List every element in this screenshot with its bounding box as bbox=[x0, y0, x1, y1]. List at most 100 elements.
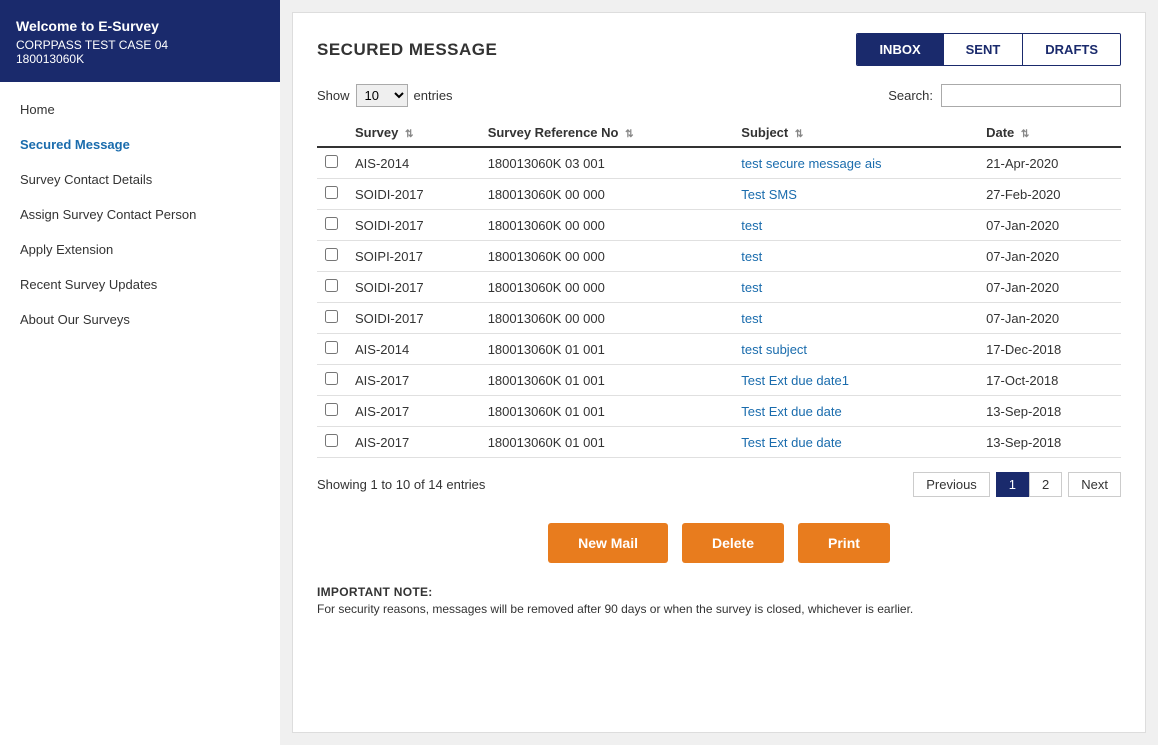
row-survey: SOIDI-2017 bbox=[347, 210, 480, 241]
row-subject[interactable]: Test Ext due date1 bbox=[733, 365, 978, 396]
row-date: 07-Jan-2020 bbox=[978, 210, 1121, 241]
row-ref: 180013060K 00 000 bbox=[480, 210, 734, 241]
sidebar-item-home[interactable]: Home bbox=[0, 92, 280, 127]
tab-sent[interactable]: SENT bbox=[944, 34, 1024, 65]
welcome-text: Welcome to E-Survey bbox=[16, 18, 264, 34]
sidebar-nav: HomeSecured MessageSurvey Contact Detail… bbox=[0, 82, 280, 347]
sidebar: Welcome to E-Survey CORPPASS TEST CASE 0… bbox=[0, 0, 280, 745]
row-checkbox[interactable] bbox=[325, 279, 338, 292]
page-number-2[interactable]: 2 bbox=[1029, 472, 1062, 497]
col-date[interactable]: Date ⇅ bbox=[978, 117, 1121, 147]
show-entries: Show 102550100 entries bbox=[317, 84, 453, 107]
row-subject[interactable]: test bbox=[733, 303, 978, 334]
note-section: IMPORTANT NOTE: For security reasons, me… bbox=[317, 585, 1121, 616]
pagination-row: Showing 1 to 10 of 14 entries Previous 1… bbox=[317, 468, 1121, 501]
note-title: IMPORTANT NOTE: bbox=[317, 585, 1121, 599]
table-row: AIS-2017180013060K 01 001Test Ext due da… bbox=[317, 427, 1121, 458]
sidebar-item-survey-contact-details[interactable]: Survey Contact Details bbox=[0, 162, 280, 197]
table-head: Survey ⇅ Survey Reference No ⇅ Subject ⇅… bbox=[317, 117, 1121, 147]
tab-drafts[interactable]: DRAFTS bbox=[1023, 34, 1120, 65]
page-number-1[interactable]: 1 bbox=[996, 472, 1029, 497]
top-bar: SECURED MESSAGE INBOXSENTDRAFTS bbox=[317, 33, 1121, 66]
row-survey: SOIDI-2017 bbox=[347, 179, 480, 210]
action-row: New Mail Delete Print bbox=[317, 523, 1121, 563]
sidebar-item-assign-survey-contact-person[interactable]: Assign Survey Contact Person bbox=[0, 197, 280, 232]
prev-button[interactable]: Previous bbox=[913, 472, 990, 497]
row-date: 17-Dec-2018 bbox=[978, 334, 1121, 365]
row-checkbox[interactable] bbox=[325, 310, 338, 323]
row-checkbox[interactable] bbox=[325, 186, 338, 199]
note-body: For security reasons, messages will be r… bbox=[317, 602, 1121, 616]
sidebar-item-apply-extension[interactable]: Apply Extension bbox=[0, 232, 280, 267]
new-mail-button[interactable]: New Mail bbox=[548, 523, 668, 563]
row-subject[interactable]: test subject bbox=[733, 334, 978, 365]
controls-row: Show 102550100 entries Search: bbox=[317, 84, 1121, 107]
corp-id: 180013060K bbox=[16, 52, 264, 66]
col-ref[interactable]: Survey Reference No ⇅ bbox=[480, 117, 734, 147]
sidebar-item-recent-survey-updates[interactable]: Recent Survey Updates bbox=[0, 267, 280, 302]
row-subject[interactable]: Test Ext due date bbox=[733, 396, 978, 427]
table-header-row: Survey ⇅ Survey Reference No ⇅ Subject ⇅… bbox=[317, 117, 1121, 147]
row-subject[interactable]: Test Ext due date bbox=[733, 427, 978, 458]
row-date: 17-Oct-2018 bbox=[978, 365, 1121, 396]
table-row: AIS-2017180013060K 01 001Test Ext due da… bbox=[317, 365, 1121, 396]
row-survey: SOIPI-2017 bbox=[347, 241, 480, 272]
row-checkbox[interactable] bbox=[325, 372, 338, 385]
next-button[interactable]: Next bbox=[1068, 472, 1121, 497]
table-row: SOIDI-2017180013060K 00 000test07-Jan-20… bbox=[317, 303, 1121, 334]
row-ref: 180013060K 01 001 bbox=[480, 427, 734, 458]
sort-icon-date: ⇅ bbox=[1021, 129, 1029, 140]
row-date: 07-Jan-2020 bbox=[978, 272, 1121, 303]
row-date: 21-Apr-2020 bbox=[978, 147, 1121, 179]
sort-icon-subject: ⇅ bbox=[795, 129, 803, 140]
corp-text: CORPPASS TEST CASE 04 bbox=[16, 38, 264, 52]
col-subject[interactable]: Subject ⇅ bbox=[733, 117, 978, 147]
table-row: SOIDI-2017180013060K 00 000test07-Jan-20… bbox=[317, 210, 1121, 241]
sidebar-item-about-our-surveys[interactable]: About Our Surveys bbox=[0, 302, 280, 337]
row-subject[interactable]: test bbox=[733, 210, 978, 241]
row-ref: 180013060K 03 001 bbox=[480, 147, 734, 179]
row-checkbox[interactable] bbox=[325, 434, 338, 447]
tab-group: INBOXSENTDRAFTS bbox=[856, 33, 1121, 66]
row-checkbox[interactable] bbox=[325, 248, 338, 261]
row-date: 13-Sep-2018 bbox=[978, 427, 1121, 458]
tab-inbox[interactable]: INBOX bbox=[857, 34, 943, 65]
row-checkbox[interactable] bbox=[325, 155, 338, 168]
table-row: SOIPI-2017180013060K 00 000test07-Jan-20… bbox=[317, 241, 1121, 272]
row-subject[interactable]: Test SMS bbox=[733, 179, 978, 210]
row-ref: 180013060K 01 001 bbox=[480, 334, 734, 365]
row-date: 27-Feb-2020 bbox=[978, 179, 1121, 210]
row-checkbox[interactable] bbox=[325, 341, 338, 354]
search-label: Search: bbox=[888, 88, 933, 103]
messages-table: Survey ⇅ Survey Reference No ⇅ Subject ⇅… bbox=[317, 117, 1121, 458]
print-button[interactable]: Print bbox=[798, 523, 890, 563]
table-row: AIS-2014180013060K 01 001test subject17-… bbox=[317, 334, 1121, 365]
search-input[interactable] bbox=[941, 84, 1121, 107]
sidebar-header: Welcome to E-Survey CORPPASS TEST CASE 0… bbox=[0, 0, 280, 82]
row-subject[interactable]: test bbox=[733, 241, 978, 272]
row-subject[interactable]: test bbox=[733, 272, 978, 303]
col-survey[interactable]: Survey ⇅ bbox=[347, 117, 480, 147]
show-label: Show bbox=[317, 88, 350, 103]
row-checkbox[interactable] bbox=[325, 217, 338, 230]
row-date: 07-Jan-2020 bbox=[978, 303, 1121, 334]
entries-select[interactable]: 102550100 bbox=[356, 84, 408, 107]
delete-button[interactable]: Delete bbox=[682, 523, 784, 563]
col-check bbox=[317, 117, 347, 147]
row-checkbox[interactable] bbox=[325, 403, 338, 416]
row-ref: 180013060K 00 000 bbox=[480, 303, 734, 334]
row-date: 13-Sep-2018 bbox=[978, 396, 1121, 427]
row-date: 07-Jan-2020 bbox=[978, 241, 1121, 272]
row-subject[interactable]: test secure message ais bbox=[733, 147, 978, 179]
table-row: SOIDI-2017180013060K 00 000Test SMS27-Fe… bbox=[317, 179, 1121, 210]
main-content: SECURED MESSAGE INBOXSENTDRAFTS Show 102… bbox=[292, 12, 1146, 733]
row-survey: AIS-2017 bbox=[347, 365, 480, 396]
sidebar-item-secured-message[interactable]: Secured Message bbox=[0, 127, 280, 162]
row-ref: 180013060K 00 000 bbox=[480, 272, 734, 303]
table-row: AIS-2014180013060K 03 001test secure mes… bbox=[317, 147, 1121, 179]
row-survey: AIS-2017 bbox=[347, 396, 480, 427]
table-row: SOIDI-2017180013060K 00 000test07-Jan-20… bbox=[317, 272, 1121, 303]
table-row: AIS-2017180013060K 01 001Test Ext due da… bbox=[317, 396, 1121, 427]
page-title: SECURED MESSAGE bbox=[317, 40, 497, 60]
row-survey: SOIDI-2017 bbox=[347, 303, 480, 334]
